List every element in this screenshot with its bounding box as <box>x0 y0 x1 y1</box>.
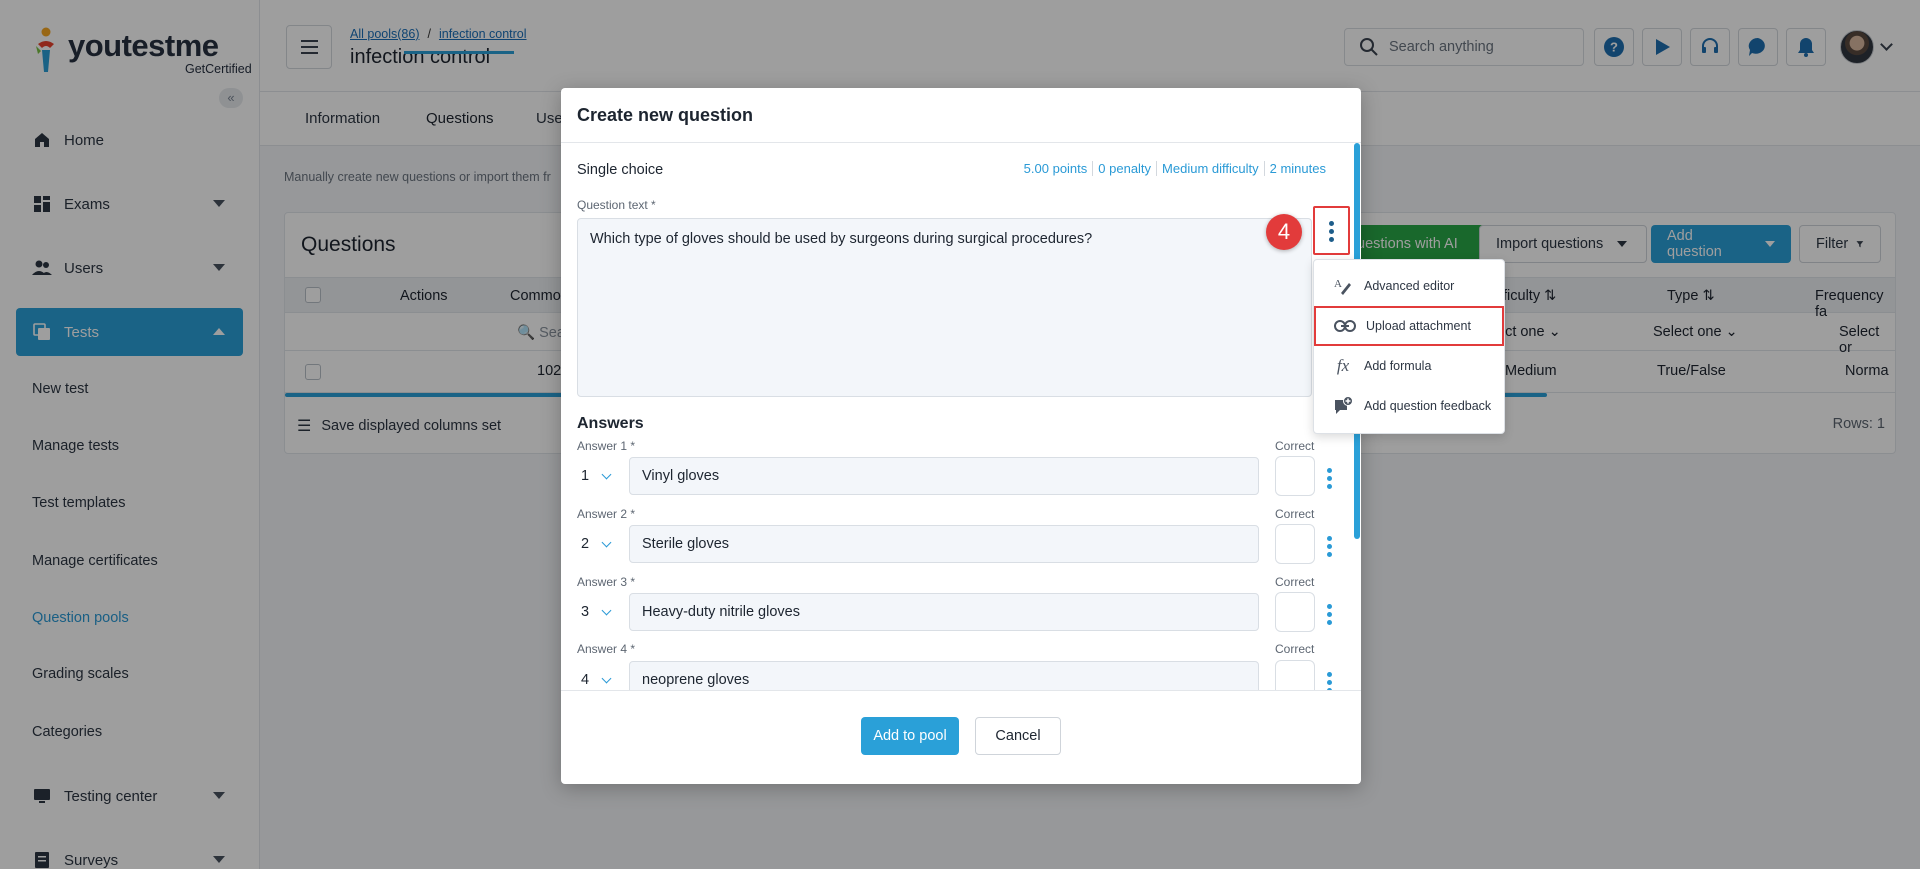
dialog-header: Create new question <box>561 88 1361 143</box>
answer-field[interactable]: Vinyl gloves <box>629 457 1259 495</box>
formula-icon: fx <box>1336 356 1350 375</box>
more-options-icon <box>1329 221 1334 242</box>
menu-item-add-formula[interactable]: fx Add formula <box>1314 346 1504 386</box>
more-options-icon[interactable] <box>1327 604 1332 625</box>
feedback-icon <box>1332 395 1354 417</box>
difficulty-value[interactable]: Medium difficulty <box>1156 161 1264 176</box>
step-number-badge: 4 <box>1266 214 1302 250</box>
answer-order-select[interactable]: 1 <box>581 457 621 495</box>
answers-title: Answers <box>577 415 644 432</box>
answer-number: 4 <box>581 672 590 688</box>
answer-field[interactable]: Heavy-duty nitrile gloves <box>629 593 1259 631</box>
correct-label: Correct <box>1275 507 1315 521</box>
answer-label: Answer 3 * <box>577 575 636 589</box>
more-options-icon[interactable] <box>1327 536 1332 557</box>
chevron-down-icon <box>601 537 612 547</box>
correct-checkbox[interactable] <box>1275 456 1315 496</box>
time-value[interactable]: 2 minutes <box>1263 161 1331 176</box>
svg-text:A: A <box>1334 278 1342 290</box>
answer-order-select[interactable]: 3 <box>581 593 621 631</box>
question-text-field[interactable]: Which type of gloves should be used by s… <box>577 218 1312 397</box>
text-edit-icon: A <box>1332 275 1354 297</box>
correct-checkbox[interactable] <box>1275 592 1315 632</box>
penalty-value[interactable]: 0 penalty <box>1092 161 1156 176</box>
correct-label: Correct <box>1275 575 1315 589</box>
answer-field[interactable]: Sterile gloves <box>629 525 1259 563</box>
correct-label: Correct <box>1275 439 1315 453</box>
question-meta[interactable]: 5.00 points 0 penalty Medium difficulty … <box>1019 161 1331 176</box>
points-value[interactable]: 5.00 points <box>1019 161 1093 176</box>
dialog-body: Single choice 5.00 points 0 penalty Medi… <box>561 143 1361 690</box>
answer-label: Answer 2 * <box>577 507 636 521</box>
correct-checkbox[interactable] <box>1275 524 1315 564</box>
cancel-button[interactable]: Cancel <box>975 717 1061 755</box>
menu-item-advanced-editor[interactable]: A Advanced editor <box>1314 266 1504 306</box>
dialog-footer: Add to pool Cancel <box>561 690 1361 784</box>
question-text-options-menu: A Advanced editor Upload attachment fx A… <box>1313 259 1505 434</box>
menu-item-add-question-feedback[interactable]: Add question feedback <box>1314 386 1504 426</box>
correct-checkbox[interactable] <box>1275 660 1315 690</box>
answer-number: 3 <box>581 604 590 620</box>
more-options-icon[interactable] <box>1327 672 1332 690</box>
question-text-label: Question text * <box>577 198 656 212</box>
chevron-down-icon <box>601 469 612 479</box>
answer-field[interactable]: neoprene gloves <box>629 661 1259 690</box>
answer-number: 1 <box>581 468 590 484</box>
chevron-down-icon <box>601 605 612 615</box>
create-question-dialog: Create new question Single choice 5.00 p… <box>561 88 1361 784</box>
chevron-down-icon <box>601 673 612 683</box>
correct-label: Correct <box>1275 642 1315 656</box>
question-type: Single choice <box>577 162 664 178</box>
more-options-icon[interactable] <box>1327 468 1332 489</box>
menu-item-label: Add formula <box>1364 359 1432 373</box>
menu-item-label: Advanced editor <box>1364 279 1455 293</box>
link-icon <box>1334 315 1356 337</box>
answer-number: 2 <box>581 536 590 552</box>
answer-label: Answer 1 * <box>577 439 636 453</box>
question-text-options-button[interactable] <box>1313 206 1350 255</box>
menu-item-label: Upload attachment <box>1366 319 1471 333</box>
answer-order-select[interactable]: 4 <box>581 661 621 690</box>
answer-order-select[interactable]: 2 <box>581 525 621 563</box>
menu-item-label: Add question feedback <box>1364 399 1492 413</box>
menu-item-upload-attachment[interactable]: Upload attachment <box>1314 306 1504 346</box>
add-to-pool-button[interactable]: Add to pool <box>861 717 959 755</box>
answer-label: Answer 4 * <box>577 642 636 656</box>
dialog-title: Create new question <box>577 105 754 125</box>
